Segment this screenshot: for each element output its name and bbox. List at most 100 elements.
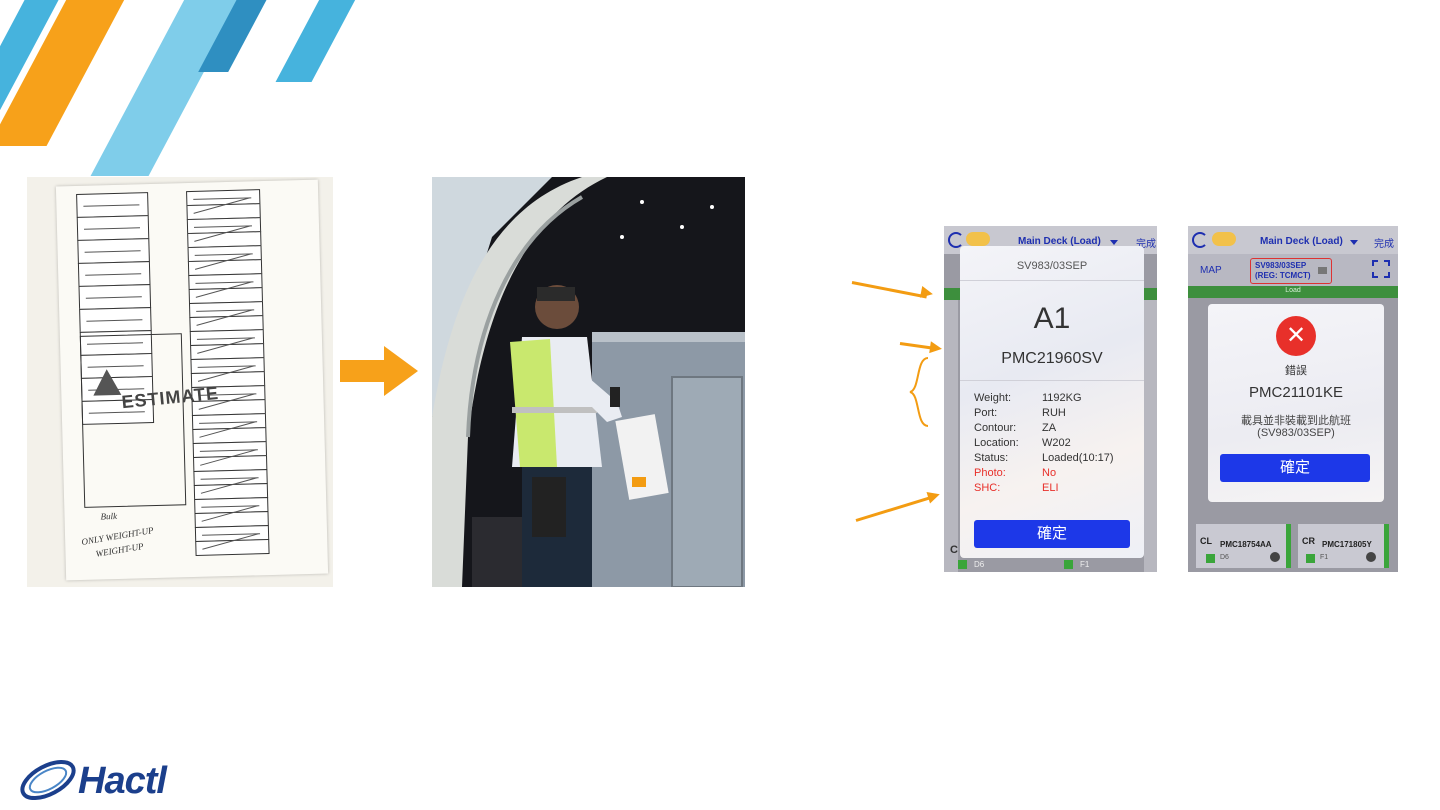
hactl-swoosh-icon [20,759,76,801]
detail-label: Contour: [974,422,1017,434]
loadsheet-slot [195,532,270,556]
chevron-down-icon[interactable] [1110,240,1118,245]
dialog-header: SV983/03SEP [1016,260,1088,272]
sub-toolbar: MAP SV983/03SEP (REG: TCMCT) [1188,254,1398,286]
checkbox-icon[interactable] [1306,554,1315,563]
detail-value: ELI [1042,482,1059,494]
detail-value: RUH [1042,407,1066,419]
error-uld: PMC21101KE [1249,384,1343,401]
phone-screenshot-error: Main Deck (Load) 完成 MAP SV983/03SEP (REG… [1188,226,1398,572]
pointer-arrow-3-head [926,488,942,504]
flight-line-1: SV983/03SEP [1255,261,1307,270]
slot-scribble [83,204,140,207]
scan-icon[interactable] [1372,260,1390,278]
detail-label: Photo: [974,467,1006,479]
detail-label: Weight: [974,392,1012,404]
handwriting-bulk: Bulk [100,511,118,522]
app-logo-icon [966,232,990,246]
detail-value: Loaded(10:17) [1042,452,1114,464]
slot-scribble [85,273,142,276]
pointer-arrow-1-head [919,285,935,301]
error-x-icon: ✕ [1276,316,1316,356]
info-icon[interactable] [1270,552,1280,562]
loadsheet-slot [78,284,152,310]
position-code: A1 [1033,302,1071,335]
flight-line-2: (REG: TCMCT) [1255,271,1311,280]
stripe-blue-3 [275,0,361,82]
loadsheet-slot [77,238,150,264]
paper-loadsheet-photo: ESTIMATE Bulk ONLY WEIGHT-UP WEIGHT-UP [27,177,333,587]
phone-screenshot-uld-details: Main Deck (Load) 完成 C D6 F1 SV983/03SEP … [944,226,1157,572]
card-tag: CL [1200,536,1212,546]
brand-name: Hactl [78,760,167,802]
loadsheet-slot [79,307,152,333]
handwriting-weightup-2: WEIGHT-UP [94,541,145,559]
pointer-arrow-2-head [929,341,943,355]
map-dropdown[interactable]: MAP [1200,265,1222,276]
dialog-divider-mid [960,380,1144,381]
green-status-bar: Load [1188,286,1398,298]
card-side-bar-left [1286,524,1291,568]
error-message: 載具並非裝載到此航班 [1241,415,1351,427]
hactl-logo: Hactl [12,754,212,806]
checkbox-icon[interactable] [958,560,967,569]
mail-icon[interactable] [1318,267,1327,274]
flight-badge[interactable]: SV983/03SEP (REG: TCMCT) [1250,258,1332,284]
pointer-arrow-1 [851,281,927,299]
card-side-bar-right [1384,524,1389,568]
detail-label: Location: [974,437,1019,449]
done-button[interactable]: 完成 [1374,235,1394,250]
loadsheet-slot [77,261,151,287]
card-uld: PMC171805Y [1322,540,1372,549]
side-panel-right [1144,300,1157,572]
top-bar-title: Main Deck (Load) [1260,236,1343,247]
operator-scanning-photo [432,177,745,587]
detail-value: No [1042,467,1057,479]
app-top-bar: Main Deck (Load) 完成 [1188,226,1398,254]
card-tag: CR [1302,536,1315,546]
slot-scribble [85,296,142,299]
loadsheet-page: ESTIMATE Bulk ONLY WEIGHT-UP WEIGHT-UP [55,179,329,581]
checkbox-icon[interactable] [1206,554,1215,563]
confirm-button[interactable]: 確定 [1220,454,1370,482]
handwriting-weightup-1: ONLY WEIGHT-UP [80,525,155,547]
pointer-brace [906,356,930,428]
side-panel-left [944,300,958,572]
detail-label: Port: [974,407,998,419]
chevron-down-icon[interactable] [1350,240,1358,245]
confirm-button[interactable]: 確定 [974,520,1130,548]
error-title: 錯誤 [1285,365,1307,377]
uld-card-left[interactable]: CL PMC18754AA D6 [1196,524,1290,568]
checkbox-icon[interactable] [1064,560,1073,569]
detail-value: ZA [1042,422,1057,434]
slot-scribble [84,250,141,253]
uld-id: PMC21960SV [1001,350,1103,367]
slot-scribble [86,319,143,322]
card-code: D6 [1220,554,1229,561]
error-flight: (SV983/03SEP) [1257,427,1335,439]
error-dialog: ✕ 錯誤 PMC21101KE 載具並非裝載到此航班 (SV983/03SEP)… [1208,304,1384,502]
bottom-left-tag: C [950,544,958,556]
loadsheet-slot [76,192,149,218]
refresh-icon[interactable] [1192,232,1208,248]
warning-triangle-icon [92,368,122,396]
app-logo-icon [1212,232,1236,246]
detail-value: W202 [1042,437,1071,449]
card-code: F1 [1320,554,1329,561]
bottom-code-2: F1 [1080,560,1090,569]
pointer-arrow-3 [855,495,933,522]
loadsheet-slot [76,215,150,241]
operator-scene [432,177,745,587]
info-icon[interactable] [1366,552,1376,562]
flow-arrow [340,346,420,396]
slot-scribble [84,227,141,230]
detail-label: Status: [974,452,1009,464]
uld-detail-dialog: SV983/03SEP A1 PMC21960SV Weight: 1192KG P… [960,246,1144,558]
detail-value: 1192KG [1042,392,1082,404]
estimate-block [79,333,187,508]
status-bar-label: Load [1285,287,1301,294]
bottom-code-1: D6 [974,560,985,569]
card-uld: PMC18754AA [1220,540,1272,549]
uld-card-right[interactable]: CR PMC171805Y F1 [1298,524,1384,568]
dialog-divider-top [960,280,1144,281]
